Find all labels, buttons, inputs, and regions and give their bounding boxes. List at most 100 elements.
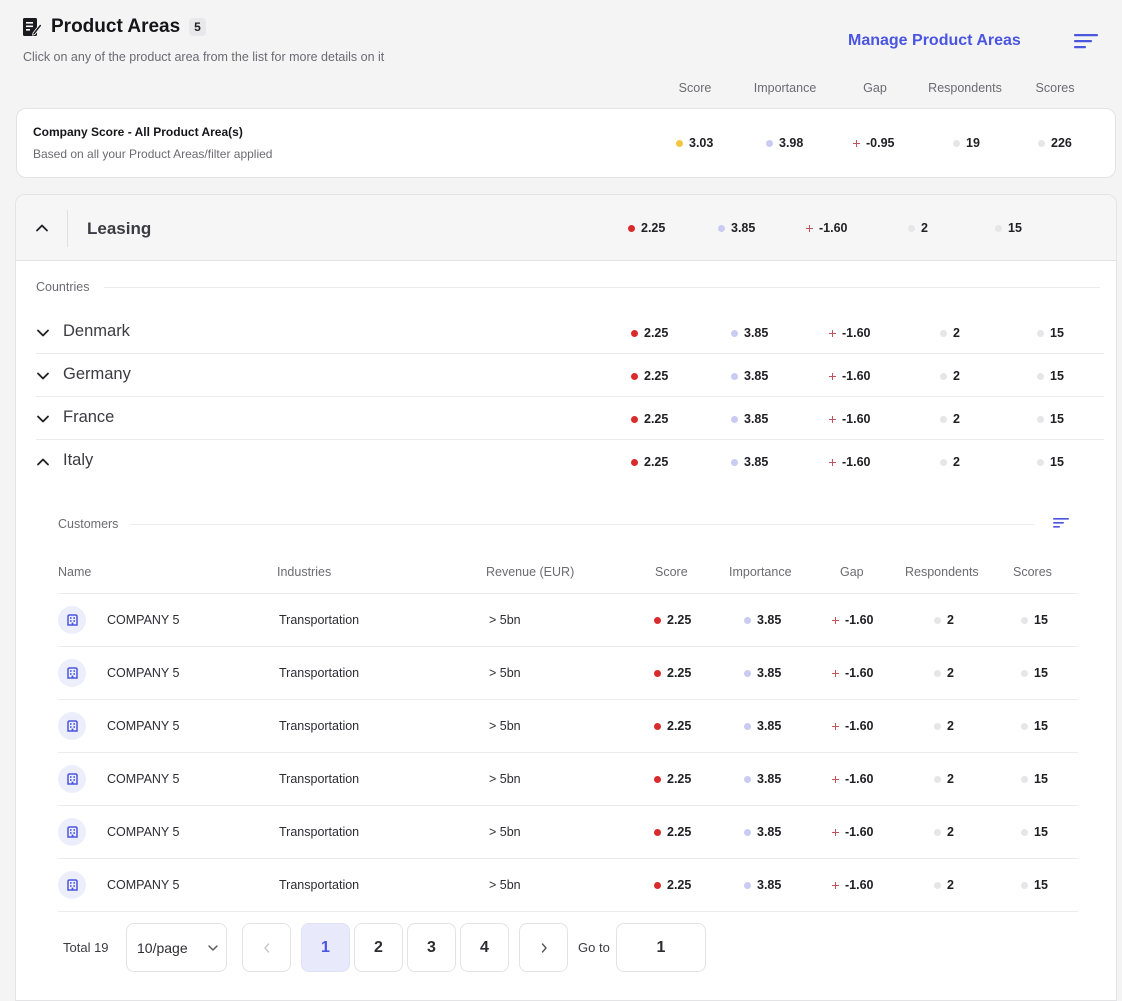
- customers-header-name[interactable]: Name: [58, 565, 91, 579]
- customer-revenue: > 5bn: [489, 613, 521, 627]
- country-name: France: [63, 408, 115, 426]
- table-row[interactable]: COMPANY 5 Transportation > 5bn 2.25 3.85…: [58, 859, 1078, 912]
- country-score: 2.25: [631, 369, 668, 383]
- customers-header-gap[interactable]: Gap: [840, 565, 864, 579]
- column-header-score[interactable]: Score: [679, 81, 712, 95]
- customer-gap: -1.60: [832, 878, 874, 892]
- customers-header-importance[interactable]: Importance: [729, 565, 792, 579]
- chevron-down-icon[interactable]: [36, 412, 50, 426]
- company-scores-value: 226: [1038, 136, 1072, 150]
- customers-header-scores[interactable]: Scores: [1013, 565, 1052, 579]
- customer-respondents: 2: [934, 613, 954, 627]
- table-row[interactable]: COMPANY 5 Transportation > 5bn 2.25 3.85…: [58, 594, 1078, 647]
- customers-header-industries[interactable]: Industries: [277, 565, 331, 579]
- importance-dot-icon: [718, 224, 725, 232]
- gap-icon: [832, 775, 839, 783]
- page-button-3[interactable]: 3: [407, 923, 456, 972]
- scores-dot-icon: [1038, 139, 1045, 147]
- country-gap: -1.60: [829, 455, 871, 469]
- page-size-select[interactable]: 10/page: [126, 923, 227, 972]
- score-dot-icon: [631, 458, 638, 466]
- pagination-total: Total 19: [63, 940, 109, 955]
- table-row[interactable]: COMPANY 5 Transportation > 5bn 2.25 3.85…: [58, 700, 1078, 753]
- customers-sort-icon[interactable]: [1053, 517, 1069, 529]
- customers-section-label: Customers: [58, 517, 119, 531]
- country-respondents: 2: [940, 326, 960, 340]
- column-header-gap[interactable]: Gap: [863, 81, 887, 95]
- page-button-1[interactable]: 1: [301, 923, 350, 972]
- gap-icon: [832, 722, 839, 730]
- scores-dot-icon: [1037, 415, 1044, 423]
- chevron-down-icon[interactable]: [36, 326, 50, 340]
- score-dot-icon: [654, 669, 661, 677]
- country-respondents: 2: [940, 455, 960, 469]
- customer-scores: 15: [1021, 719, 1048, 733]
- header-divider: [67, 210, 68, 247]
- customer-name[interactable]: COMPANY 5: [107, 772, 179, 786]
- customer-importance: 3.85: [744, 719, 781, 733]
- country-row-denmark[interactable]: Denmark 2.25 3.85 -1.60 2 15: [36, 311, 1104, 354]
- country-score: 2.25: [631, 455, 668, 469]
- table-row[interactable]: COMPANY 5 Transportation > 5bn 2.25 3.85…: [58, 806, 1078, 859]
- respondents-dot-icon: [940, 458, 947, 466]
- manage-product-areas-link[interactable]: Manage Product Areas: [848, 32, 1021, 50]
- customer-importance: 3.85: [744, 772, 781, 786]
- customer-name[interactable]: COMPANY 5: [107, 719, 179, 733]
- page-button-4[interactable]: 4: [460, 923, 509, 972]
- gap-icon: [829, 372, 836, 380]
- customers-header-score[interactable]: Score: [655, 565, 688, 579]
- country-row-france[interactable]: France 2.25 3.85 -1.60 2 15: [36, 397, 1104, 440]
- country-score: 2.25: [631, 326, 668, 340]
- next-page-button[interactable]: [519, 923, 568, 972]
- customer-name[interactable]: COMPANY 5: [107, 613, 179, 627]
- respondents-dot-icon: [953, 139, 960, 147]
- gap-icon: [829, 415, 836, 423]
- score-dot-icon: [654, 722, 661, 730]
- customers-header-respondents[interactable]: Respondents: [905, 565, 979, 579]
- countries-section-label: Countries: [36, 280, 90, 294]
- goto-page-input[interactable]: [616, 923, 706, 972]
- prev-page-button[interactable]: [242, 923, 291, 972]
- goto-label: Go to: [578, 940, 610, 955]
- customer-scores: 15: [1021, 878, 1048, 892]
- customers-header-revenue[interactable]: Revenue (EUR): [486, 565, 574, 579]
- respondents-dot-icon: [934, 616, 941, 624]
- customer-revenue: > 5bn: [489, 878, 521, 892]
- table-row[interactable]: COMPANY 5 Transportation > 5bn 2.25 3.85…: [58, 753, 1078, 806]
- column-header-scores[interactable]: Scores: [1036, 81, 1075, 95]
- leasing-score-value: 2.25: [628, 221, 665, 235]
- gap-icon: [832, 616, 839, 624]
- country-importance: 3.85: [731, 455, 768, 469]
- column-header-respondents[interactable]: Respondents: [928, 81, 1002, 95]
- customer-name[interactable]: COMPANY 5: [107, 825, 179, 839]
- page-size-value: 10/page: [137, 939, 188, 956]
- page-button-2[interactable]: 2: [354, 923, 403, 972]
- importance-dot-icon: [731, 372, 738, 380]
- customer-industry: Transportation: [279, 878, 360, 892]
- country-respondents: 2: [940, 369, 960, 383]
- building-icon: [58, 712, 86, 740]
- customer-name[interactable]: COMPANY 5: [107, 666, 179, 680]
- customer-name[interactable]: COMPANY 5: [107, 878, 179, 892]
- country-row-italy[interactable]: Italy 2.25 3.85 -1.60 2 15: [36, 440, 1104, 483]
- table-row[interactable]: COMPANY 5 Transportation > 5bn 2.25 3.85…: [58, 647, 1078, 700]
- scores-dot-icon: [1021, 616, 1028, 624]
- column-header-importance[interactable]: Importance: [754, 81, 817, 95]
- chevron-up-icon[interactable]: [36, 455, 50, 469]
- scores-dot-icon: [1021, 722, 1028, 730]
- customer-gap: -1.60: [832, 772, 874, 786]
- product-area-header-leasing[interactable]: Leasing 2.25 3.85 -1.60 2 15: [16, 195, 1116, 261]
- chevron-down-icon[interactable]: [36, 369, 50, 383]
- gap-icon: [829, 329, 836, 337]
- product-area-count-badge: 5: [189, 18, 206, 36]
- customer-respondents: 2: [934, 719, 954, 733]
- section-divider: [130, 524, 1034, 525]
- building-icon: [58, 765, 86, 793]
- importance-dot-icon: [731, 458, 738, 466]
- chevron-up-icon[interactable]: [35, 221, 49, 235]
- scores-dot-icon: [1021, 669, 1028, 677]
- sort-icon[interactable]: [1073, 32, 1099, 50]
- respondents-dot-icon: [940, 415, 947, 423]
- customer-industry: Transportation: [279, 666, 360, 680]
- country-row-germany[interactable]: Germany 2.25 3.85 -1.60 2 15: [36, 354, 1104, 397]
